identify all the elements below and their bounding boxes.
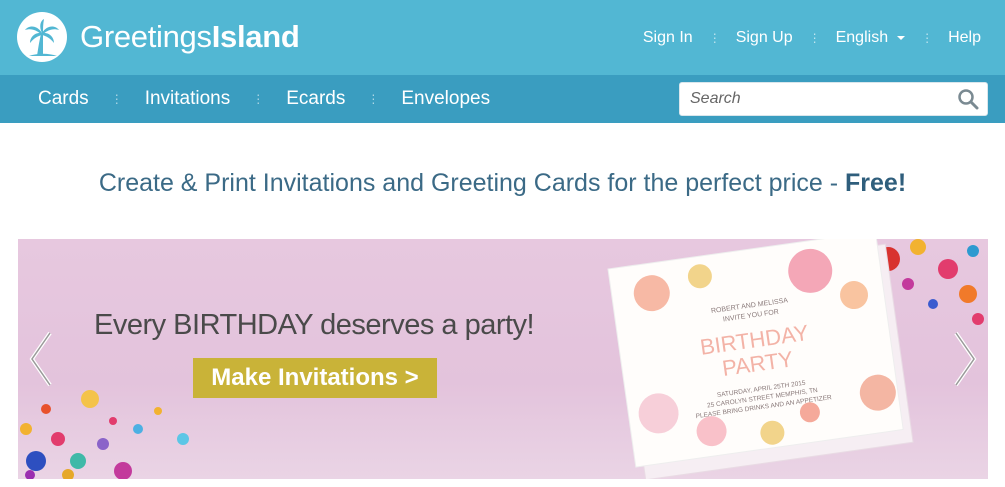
language-dropdown[interactable]: English xyxy=(835,29,906,47)
carousel-next-button[interactable] xyxy=(948,329,980,389)
carousel-prev-button[interactable] xyxy=(26,329,58,389)
headline-text: Create & Print Invitations and Greeting … xyxy=(98,169,846,197)
separator: ⋮ xyxy=(708,31,721,45)
brand-name-bold: Island xyxy=(211,19,300,54)
palm-tree-icon xyxy=(17,12,67,62)
hero-banner: ROBERT AND MELISSA INVITE YOU FOR BIRTHD… xyxy=(18,239,988,479)
sign-in-link[interactable]: Sign In xyxy=(643,29,693,47)
help-link[interactable]: Help xyxy=(948,29,981,47)
separator: ⋮ xyxy=(808,31,821,45)
search-input[interactable] xyxy=(680,83,940,115)
headline-emphasis: Free! xyxy=(845,169,907,197)
page-headline: Create & Print Invitations and Greeting … xyxy=(0,169,1005,198)
sign-up-link[interactable]: Sign Up xyxy=(736,29,793,47)
nav-item-invitations[interactable]: Invitations xyxy=(145,88,231,110)
chevron-right-icon xyxy=(954,331,977,387)
top-header: GreetingsIsland Sign In ⋮ Sign Up ⋮ Engl… xyxy=(0,0,1005,75)
banner-tagline: Every BIRTHDAY deserves a party! xyxy=(94,309,535,341)
nav-item-ecards[interactable]: Ecards xyxy=(286,88,345,110)
chevron-left-icon xyxy=(29,331,52,387)
confetti-illustration: ROBERT AND MELISSA INVITE YOU FOR BIRTHD… xyxy=(20,239,984,479)
account-links: Sign In ⋮ Sign Up ⋮ English ⋮ Help xyxy=(643,29,981,47)
site-logo[interactable]: GreetingsIsland xyxy=(17,12,300,62)
language-label: English xyxy=(835,29,889,46)
site-name: GreetingsIsland xyxy=(80,19,300,55)
nav-item-envelopes[interactable]: Envelopes xyxy=(401,88,490,110)
brand-name-light: Greetings xyxy=(80,19,212,54)
nav-item-cards[interactable]: Cards xyxy=(38,88,89,110)
search-box xyxy=(679,82,988,116)
separator: ⋮ xyxy=(110,92,123,106)
caret-down-icon xyxy=(897,35,906,40)
make-invitations-button[interactable]: Make Invitations > xyxy=(193,358,437,398)
separator: ⋮ xyxy=(252,92,265,106)
separator: ⋮ xyxy=(921,31,933,45)
search-icon[interactable] xyxy=(957,88,979,115)
separator: ⋮ xyxy=(367,92,380,106)
